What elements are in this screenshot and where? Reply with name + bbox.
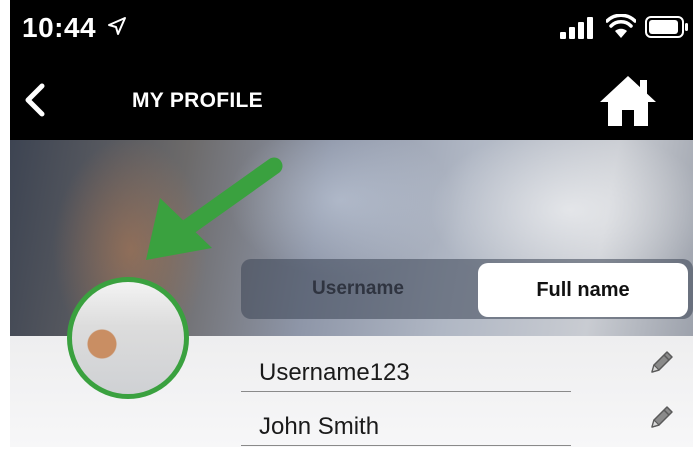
status-bar: 10:44 — [10, 0, 693, 56]
page-title: MY PROFILE — [132, 89, 263, 112]
chevron-left-icon — [25, 83, 45, 117]
battery-icon — [645, 16, 688, 38]
navigation-bar: MY PROFILE — [10, 56, 693, 140]
location-arrow-icon — [108, 17, 126, 35]
back-button[interactable] — [18, 80, 54, 120]
pencil-icon[interactable] — [646, 348, 676, 378]
pencil-icon[interactable] — [646, 403, 676, 433]
home-button[interactable] — [598, 74, 658, 128]
username-value: Username123 — [259, 359, 410, 386]
home-icon — [600, 76, 656, 126]
wifi-icon — [606, 14, 636, 38]
full-name-field[interactable]: John Smith — [241, 398, 571, 446]
cellular-signal-icon — [560, 17, 593, 39]
tab-username[interactable]: Username — [241, 259, 475, 319]
tab-full-name[interactable]: Full name — [478, 263, 688, 317]
username-field[interactable]: Username123 — [241, 344, 571, 392]
avatar[interactable] — [67, 277, 189, 399]
name-display-toggle: Username Full name — [241, 259, 693, 319]
full-name-value: John Smith — [259, 413, 380, 440]
annotation-arrow-icon — [146, 157, 283, 260]
phone-screen: 10:44 MY PROFILE Username Full name User… — [10, 0, 693, 447]
status-time: 10:44 — [22, 12, 97, 43]
